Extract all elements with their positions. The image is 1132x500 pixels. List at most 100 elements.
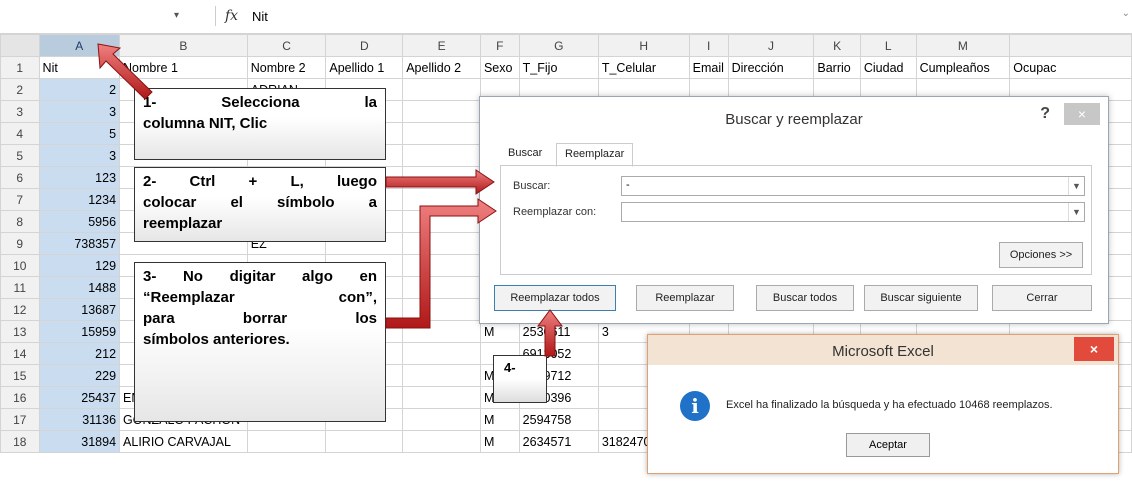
cell-j[interactable]: Dirección bbox=[727, 56, 815, 79]
column-header-i[interactable]: I bbox=[688, 34, 729, 57]
cell-a[interactable]: 212 bbox=[38, 342, 121, 365]
cell-a[interactable]: 1488 bbox=[38, 276, 121, 299]
expand-formula-bar-icon[interactable]: ⌄ bbox=[1122, 8, 1130, 19]
cell-e[interactable] bbox=[402, 386, 481, 409]
cell-e[interactable] bbox=[402, 364, 481, 387]
row-header[interactable]: 10 bbox=[0, 254, 40, 277]
select-all-corner[interactable] bbox=[0, 34, 40, 57]
row-header[interactable]: 5 bbox=[0, 144, 40, 167]
cell-a[interactable]: 13687 bbox=[38, 298, 121, 321]
dialog-close-button[interactable]: × bbox=[1064, 103, 1100, 125]
cell-l[interactable]: Ciudad bbox=[859, 56, 917, 79]
cell-a[interactable]: 3 bbox=[38, 144, 121, 167]
cell-e[interactable] bbox=[402, 144, 481, 167]
cell-x[interactable]: Ocupac bbox=[1009, 56, 1132, 79]
cell-c[interactable]: Nombre 2 bbox=[246, 56, 327, 79]
cell-a[interactable]: 15959 bbox=[38, 320, 121, 343]
cell-e[interactable] bbox=[402, 408, 481, 431]
cell-e[interactable] bbox=[402, 188, 481, 211]
row-header[interactable]: 14 bbox=[0, 342, 40, 365]
column-header-n[interactable] bbox=[1009, 34, 1132, 57]
find-next-button[interactable]: Buscar siguiente bbox=[864, 285, 978, 311]
cell-a[interactable]: 5956 bbox=[38, 210, 121, 233]
row-header[interactable]: 3 bbox=[0, 100, 40, 123]
find-input[interactable]: - ▼ bbox=[621, 176, 1085, 196]
cell-e[interactable] bbox=[402, 342, 481, 365]
chevron-down-icon[interactable]: ▾ bbox=[174, 10, 179, 21]
chevron-down-icon[interactable]: ▼ bbox=[1068, 177, 1084, 195]
cell-a[interactable]: 129 bbox=[38, 254, 121, 277]
row-header[interactable]: 8 bbox=[0, 210, 40, 233]
cell-e[interactable] bbox=[402, 78, 481, 101]
cell-e[interactable] bbox=[402, 430, 481, 453]
cell-a[interactable]: Nit bbox=[38, 56, 121, 79]
formula-bar-input[interactable]: Nit bbox=[252, 9, 268, 24]
cell-e[interactable] bbox=[402, 298, 481, 321]
cell-e[interactable] bbox=[402, 232, 481, 255]
cell-e[interactable] bbox=[402, 122, 481, 145]
column-header-d[interactable]: D bbox=[325, 34, 404, 57]
cell-a[interactable]: 123 bbox=[38, 166, 121, 189]
cell-a[interactable]: 31894 bbox=[38, 430, 121, 453]
row-header[interactable]: 13 bbox=[0, 320, 40, 343]
ok-button[interactable]: Aceptar bbox=[846, 433, 930, 457]
cell-e[interactable] bbox=[402, 254, 481, 277]
cell-d[interactable]: Apellido 1 bbox=[325, 56, 404, 79]
cell-g[interactable]: T_Fijo bbox=[518, 56, 599, 79]
cell-a[interactable]: 5 bbox=[38, 122, 121, 145]
cell-e[interactable] bbox=[402, 100, 481, 123]
help-icon[interactable]: ? bbox=[1040, 105, 1050, 123]
cell-k[interactable]: Barrio bbox=[813, 56, 861, 79]
cell-e[interactable]: Apellido 2 bbox=[402, 56, 481, 79]
column-header-l[interactable]: L bbox=[859, 34, 917, 57]
row-header[interactable]: 6 bbox=[0, 166, 40, 189]
cell-f[interactable]: Sexo bbox=[479, 56, 520, 79]
cell-e[interactable] bbox=[402, 210, 481, 233]
cell-a[interactable]: 229 bbox=[38, 364, 121, 387]
tab-find[interactable]: Buscar bbox=[500, 143, 550, 167]
row-header[interactable]: 11 bbox=[0, 276, 40, 299]
row-header[interactable]: 16 bbox=[0, 386, 40, 409]
replace-all-button[interactable]: Reemplazar todos bbox=[494, 285, 616, 311]
replace-input[interactable]: ▼ bbox=[621, 202, 1085, 222]
chevron-down-icon[interactable]: ▼ bbox=[1068, 203, 1084, 221]
cell-g[interactable]: 2594758 bbox=[518, 408, 599, 431]
close-button[interactable]: Cerrar bbox=[992, 285, 1092, 311]
cell-g[interactable]: 2634571 bbox=[518, 430, 599, 453]
column-header-f[interactable]: F bbox=[479, 34, 520, 57]
cell-e[interactable] bbox=[402, 320, 481, 343]
cell-a[interactable]: 2 bbox=[38, 78, 121, 101]
column-header-h[interactable]: H bbox=[597, 34, 690, 57]
replace-button[interactable]: Reemplazar bbox=[636, 285, 734, 311]
cell-d[interactable] bbox=[325, 430, 404, 453]
cell-a[interactable]: 31136 bbox=[38, 408, 121, 431]
cell-a[interactable]: 25437 bbox=[38, 386, 121, 409]
row-header[interactable]: 4 bbox=[0, 122, 40, 145]
column-header-a[interactable]: A bbox=[38, 34, 121, 57]
cell-m[interactable]: Cumpleaños bbox=[915, 56, 1011, 79]
cell-a[interactable]: 3 bbox=[38, 100, 121, 123]
cell-b[interactable]: Nombre 1 bbox=[119, 56, 248, 79]
cell-b[interactable]: ALIRIO CARVAJAL bbox=[119, 430, 248, 453]
cell-a[interactable]: 738357 bbox=[38, 232, 121, 255]
cell-i[interactable]: Email bbox=[688, 56, 729, 79]
message-close-button[interactable]: × bbox=[1074, 337, 1114, 361]
find-all-button[interactable]: Buscar todos bbox=[756, 285, 854, 311]
row-header[interactable]: 7 bbox=[0, 188, 40, 211]
row-header[interactable]: 1 bbox=[0, 56, 40, 79]
row-header[interactable]: 18 bbox=[0, 430, 40, 453]
column-header-b[interactable]: B bbox=[119, 34, 248, 57]
options-button[interactable]: Opciones >> bbox=[999, 242, 1083, 268]
row-header[interactable]: 2 bbox=[0, 78, 40, 101]
column-header-k[interactable]: K bbox=[813, 34, 861, 57]
cell-f[interactable]: M bbox=[479, 408, 520, 431]
cell-f[interactable]: M bbox=[479, 430, 520, 453]
column-header-c[interactable]: C bbox=[246, 34, 327, 57]
cell-a[interactable]: 1234 bbox=[38, 188, 121, 211]
column-header-e[interactable]: E bbox=[402, 34, 481, 57]
column-header-j[interactable]: J bbox=[727, 34, 815, 57]
row-header[interactable]: 9 bbox=[0, 232, 40, 255]
cell-c[interactable] bbox=[246, 430, 327, 453]
column-header-m[interactable]: M bbox=[915, 34, 1011, 57]
cell-e[interactable] bbox=[402, 276, 481, 299]
